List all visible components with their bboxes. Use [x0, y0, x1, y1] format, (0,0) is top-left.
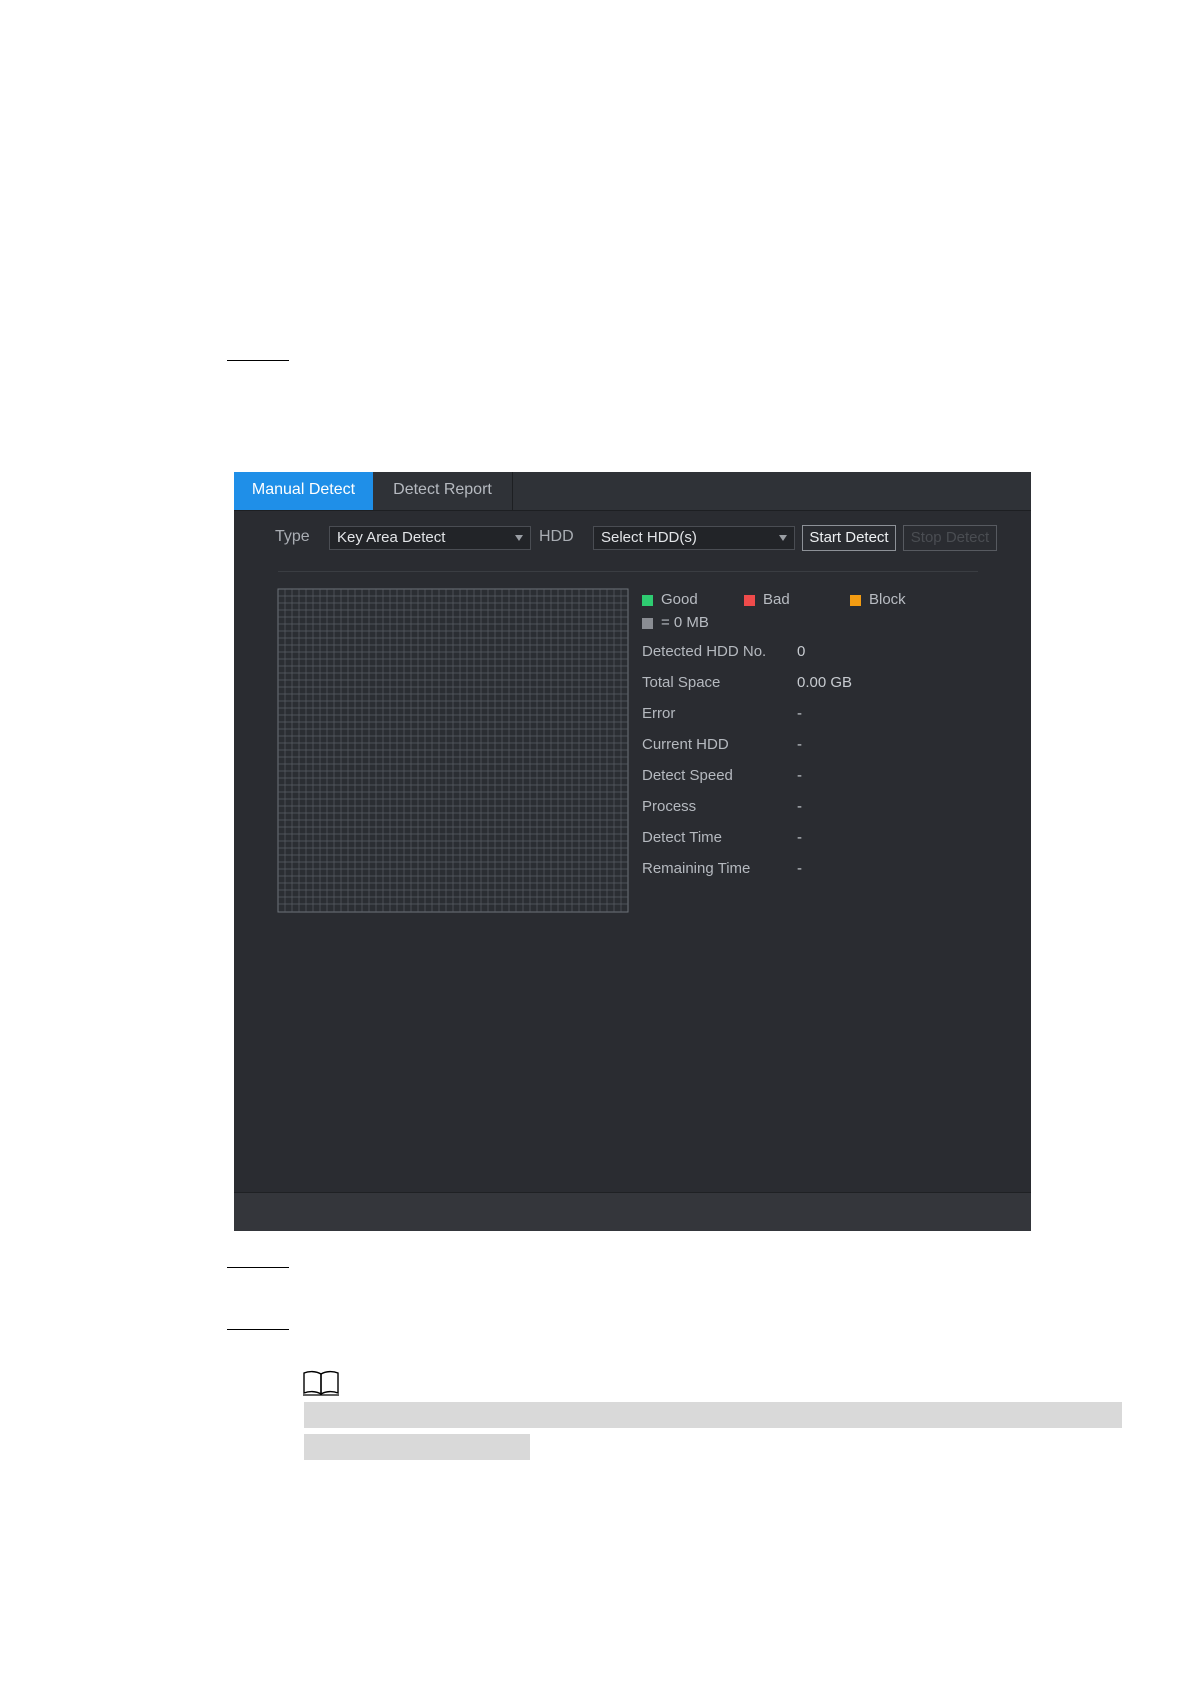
- step-underline-2: [227, 1267, 289, 1268]
- block-swatch: [850, 595, 861, 606]
- hdd-detect-panel: Manual Detect Detect Report Type Key Are…: [234, 472, 1031, 1231]
- legend-unit-label: = 0 MB: [661, 614, 709, 631]
- note-text-line-2: [304, 1434, 530, 1460]
- detected-hdd-no-label: Detected HDD No.: [642, 643, 767, 660]
- unit-swatch: [642, 618, 653, 629]
- caret-down-icon: [515, 535, 523, 541]
- detect-time-label: Detect Time: [642, 829, 723, 846]
- remaining-time-value: -: [797, 860, 802, 877]
- detect-time-value: -: [797, 829, 802, 846]
- panel-footer-bar: [234, 1192, 1031, 1231]
- stop-detect-button[interactable]: Stop Detect: [903, 525, 997, 551]
- book-icon: [303, 1370, 339, 1396]
- detect-speed-value: -: [797, 767, 802, 784]
- hdd-select-value: Select HDD(s): [601, 529, 697, 546]
- error-value: -: [797, 705, 802, 722]
- type-select-value: Key Area Detect: [337, 529, 446, 546]
- toolbar-divider: [278, 571, 978, 572]
- remaining-time-label: Remaining Time: [642, 860, 751, 877]
- step-underline-1: [227, 360, 289, 361]
- disk-block-grid: [277, 588, 629, 913]
- type-select[interactable]: Key Area Detect: [329, 526, 531, 550]
- bad-swatch: [744, 595, 755, 606]
- tab-manual-detect[interactable]: Manual Detect: [234, 472, 373, 510]
- hdd-label: HDD: [539, 528, 574, 545]
- legend-bad-label: Bad: [763, 591, 790, 608]
- process-value: -: [797, 798, 802, 815]
- type-label: Type: [275, 528, 310, 545]
- legend-good-label: Good: [661, 591, 698, 608]
- note-text-line-1: [304, 1402, 1122, 1428]
- detect-speed-label: Detect Speed: [642, 767, 733, 784]
- error-label: Error: [642, 705, 676, 722]
- step-underline-3: [227, 1329, 289, 1330]
- good-swatch: [642, 595, 653, 606]
- start-detect-button[interactable]: Start Detect: [802, 525, 896, 551]
- process-label: Process: [642, 798, 697, 815]
- current-hdd-label: Current HDD: [642, 736, 729, 753]
- caret-down-icon: [779, 535, 787, 541]
- tab-bar: Manual Detect Detect Report: [234, 472, 1031, 511]
- current-hdd-value: -: [797, 736, 802, 753]
- tab-detect-report[interactable]: Detect Report: [373, 472, 513, 510]
- detected-hdd-no-value: 0: [797, 643, 806, 660]
- legend-block-label: Block: [869, 591, 906, 608]
- total-space-value: 0.00 GB: [797, 674, 853, 691]
- hdd-select[interactable]: Select HDD(s): [593, 526, 795, 550]
- total-space-label: Total Space: [642, 674, 721, 691]
